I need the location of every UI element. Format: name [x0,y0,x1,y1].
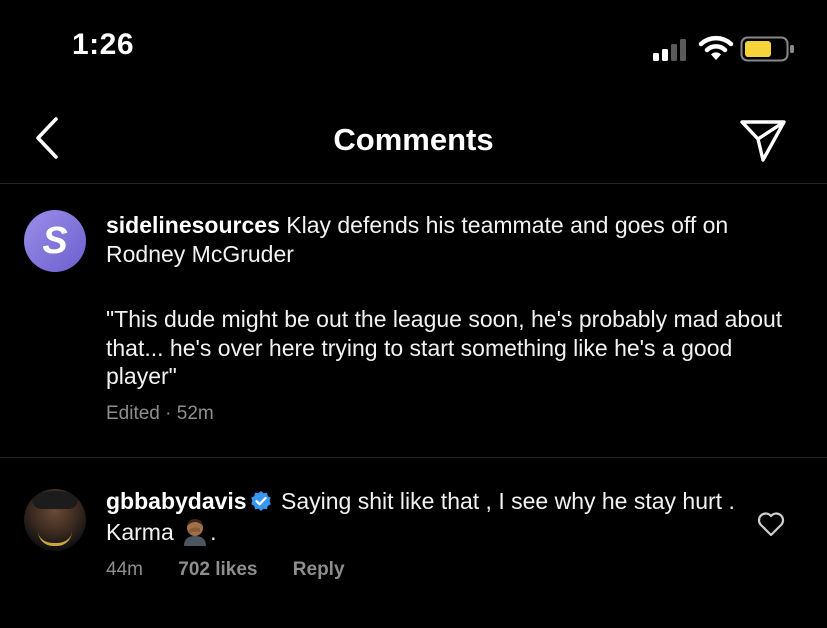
post-author-avatar[interactable]: S [24,210,86,272]
post-username[interactable]: sidelinesources [106,212,280,238]
comment-username[interactable]: gbbabydavis [106,488,247,514]
send-icon[interactable] [738,117,788,163]
comment-time: 44m [106,559,143,580]
avatar-hat [32,491,78,509]
verified-badge-icon [250,491,271,511]
reply-button[interactable]: Reply [293,559,345,580]
commenter-avatar[interactable] [24,489,86,551]
navigation-bar: Comments [0,95,827,183]
header-divider [0,183,827,184]
caption-quote: "This dude might be out the league soon,… [106,306,783,389]
cellular-signal-icon [653,39,686,61]
comment-meta: 44m 702 likes Reply [106,559,375,581]
heart-icon[interactable] [757,511,785,537]
post-meta: Edited · 52m [106,403,214,424]
page-title: Comments [333,122,494,157]
battery-icon [740,36,794,62]
post-divider [0,457,827,458]
comment-likes[interactable]: 702 likes [178,559,257,580]
comment-text-end: . [210,519,217,545]
man-facepalming-emoji-icon [184,519,207,546]
status-bar: 1:26 [0,0,827,95]
wifi-icon [698,35,734,60]
status-time: 1:26 [72,28,135,61]
avatar-chain [38,531,72,546]
avatar-letter: S [42,219,68,262]
comment-body: gbbabydavis Saying shit like that , I se… [106,487,746,547]
post-caption: sidelinesources Klay defends his teammat… [106,211,806,268]
